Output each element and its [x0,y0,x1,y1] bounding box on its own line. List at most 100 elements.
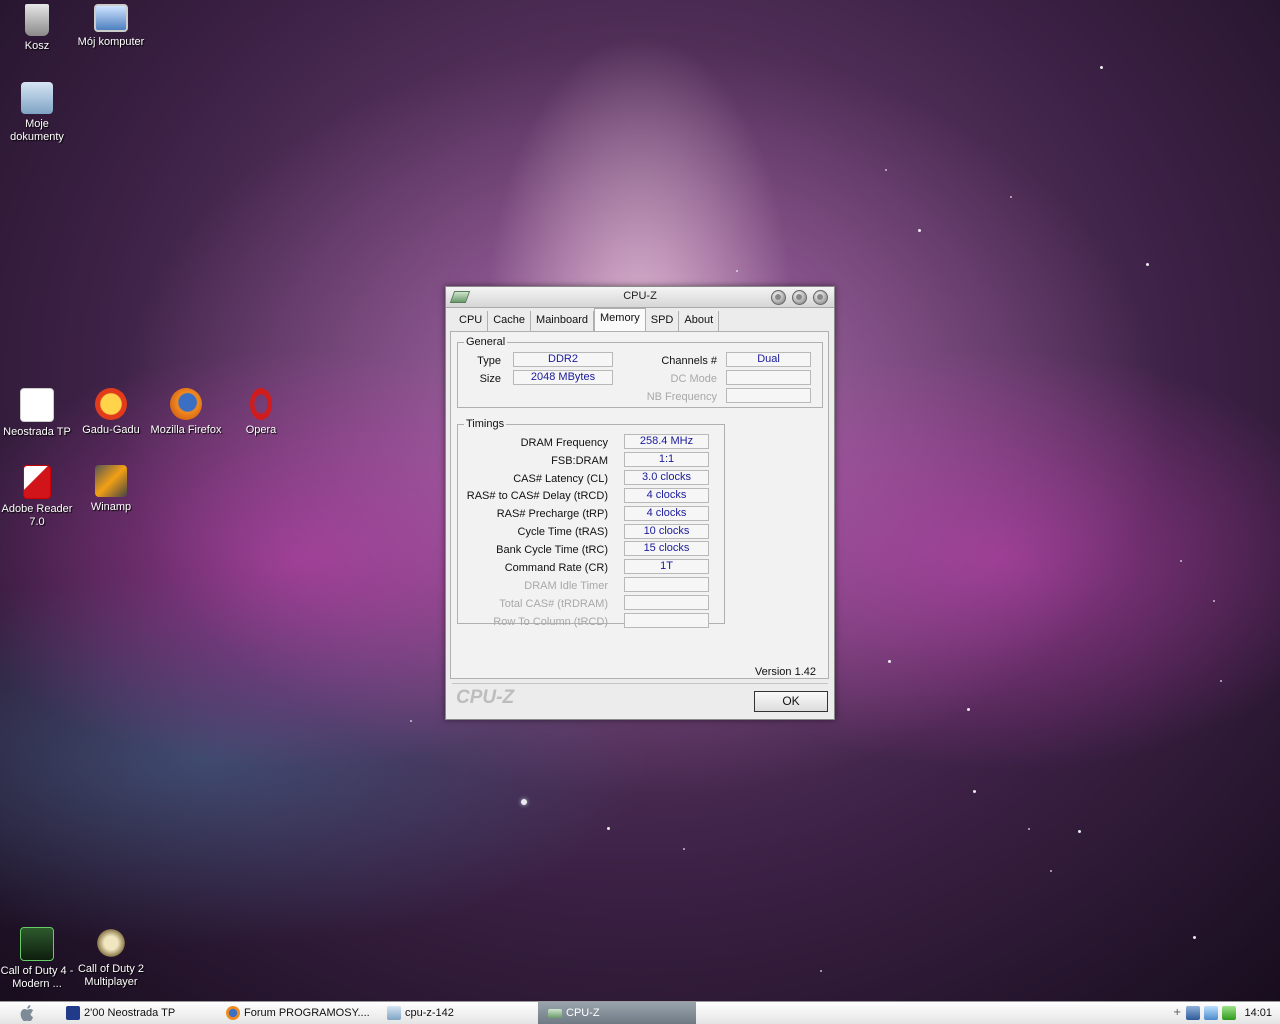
dc-mode-label: DC Mode [670,373,717,385]
maximize-icon[interactable] [792,290,807,305]
desktop-icon-kosz[interactable]: Kosz [0,4,74,53]
timing-label: DRAM Frequency [520,437,608,449]
taskbar-item-cpuz[interactable]: CPU-Z [538,1002,696,1024]
cod4-icon [20,927,54,961]
expand-tray-icon[interactable]: + [1173,1006,1181,1020]
desktop-icon-adobe-reader[interactable]: Adobe Reader 7.0 [0,465,74,529]
cod2-star-icon [95,927,127,959]
dc-mode-value [726,370,811,385]
timing-value: 4 clocks [624,488,709,503]
timings-legend: Timings [466,418,505,430]
cpuz-window: CPU-Z CPU Cache Mainboard Memory SPD Abo… [445,286,835,720]
tab-about[interactable]: About [679,311,720,331]
close-icon[interactable] [813,290,828,305]
cpuz-app-icon [548,1008,562,1018]
taskbar-item-neostrada[interactable]: 2'00 Neostrada TP [66,1002,218,1024]
timing-label: Bank Cycle Time (tRC) [496,544,608,556]
desktop-icon-label: Winamp [90,501,132,513]
title-bar[interactable]: CPU-Z [446,287,834,308]
timing-value: 4 clocks [624,506,709,521]
tab-memory[interactable]: Memory [594,308,646,332]
desktop-icon-winamp[interactable]: Winamp [74,465,148,514]
size-label: Size [479,373,501,385]
channels-label: Channels # [661,355,717,367]
desktop-icon-label: Moje dokumenty [10,118,64,143]
version-label: Version 1.42 [754,666,816,678]
folder-icon [387,1006,401,1021]
timing-value: 1T [624,559,709,574]
timing-value: 1:1 [624,452,709,467]
gadu-tray-icon[interactable] [1222,1006,1236,1020]
firefox-icon [170,388,202,420]
channels-value: Dual [726,352,811,367]
taskbar-item-label: 2'00 Neostrada TP [84,1007,176,1019]
desktop-icon-label: Call of Duty 2 Multiplayer [77,963,145,988]
type-label: Type [477,355,501,367]
taskbar-clock: 14:01 [1244,1007,1272,1019]
memory-tab-panel: General Type DDR2 Size 2048 MBytes Chann… [450,331,829,679]
desktop-icon-label: Gadu-Gadu [82,424,140,436]
taskbar-item-folder[interactable]: cpu-z-142 [387,1002,537,1024]
computer-icon [94,4,128,32]
timing-value [624,595,709,610]
neostrada-icon [66,1006,80,1021]
timing-label: CAS# Latency (CL) [513,473,608,485]
desktop-icon-label: Mozilla Firefox [150,424,222,436]
nb-frequency-label: NB Frequency [646,391,717,403]
taskbar: 2'00 Neostrada TP Forum PROGRAMOSY.... c… [0,1001,1280,1024]
timing-value: 258.4 MHz [624,434,709,449]
timing-label: FSB:DRAM [551,455,608,467]
timing-value: 15 clocks [624,541,709,556]
type-value: DDR2 [513,352,613,367]
taskbar-item-label: cpu-z-142 [405,1007,454,1019]
recycle-bin-icon [25,4,49,36]
tab-spd[interactable]: SPD [645,311,680,331]
tab-cpu[interactable]: CPU [454,311,489,331]
desktop-icon-firefox[interactable]: Mozilla Firefox [149,388,223,437]
timing-label: Row To Column (tRCD) [493,616,608,628]
desktop-icon-label: Adobe Reader 7.0 [1,503,73,528]
network-icon[interactable] [1186,1006,1200,1020]
desktop-icon-label: Kosz [24,40,50,52]
cpuz-logo: CPU-Z [456,687,515,708]
desktop-icon-opera[interactable]: Opera [224,388,298,437]
neostrada-icon [20,388,54,422]
minimize-icon[interactable] [771,290,786,305]
desktop-icon-neostrada[interactable]: Neostrada TP [0,388,74,439]
winamp-icon [95,465,127,497]
timing-value: 10 clocks [624,524,709,539]
security-icon[interactable] [1204,1006,1218,1020]
timing-label: Total CAS# (tRDRAM) [499,598,608,610]
timing-label: DRAM Idle Timer [524,580,608,592]
desktop-icon-gadu-gadu[interactable]: Gadu-Gadu [74,388,148,437]
apple-start-icon[interactable] [20,1005,36,1021]
taskbar-item-label: Forum PROGRAMOSY.... [244,1007,370,1019]
opera-icon [250,388,272,420]
desktop-icon-my-documents[interactable]: Moje dokumenty [0,82,74,144]
footer-divider [452,683,828,684]
ok-button[interactable]: OK [754,691,828,712]
tab-cache[interactable]: Cache [488,311,532,331]
size-value: 2048 MBytes [513,370,613,385]
timing-value: 3.0 clocks [624,470,709,485]
desktop-icon-label: Call of Duty 4 - Modern ... [0,965,74,990]
nb-frequency-value [726,388,811,403]
timing-value [624,613,709,628]
desktop-icon-cod2[interactable]: Call of Duty 2 Multiplayer [74,927,148,989]
taskbar-item-firefox[interactable]: Forum PROGRAMOSY.... [226,1002,378,1024]
desktop-icon-label: Neostrada TP [3,426,71,438]
desktop-icon-my-computer[interactable]: Mój komputer [74,4,148,49]
desktop-icon-label: Opera [245,424,277,436]
firefox-icon [226,1006,240,1021]
general-legend: General [466,336,506,348]
desktop-icon-label: Mój komputer [77,36,145,48]
desktop-icon-cod4[interactable]: Call of Duty 4 - Modern ... [0,927,74,991]
adobe-reader-icon [23,465,51,499]
timing-label: RAS# Precharge (tRP) [496,508,608,520]
timing-label: Command Rate (CR) [504,562,608,574]
timing-value [624,577,709,592]
timing-label: RAS# to CAS# Delay (tRCD) [466,490,608,502]
sunflower-icon [95,388,127,420]
tab-bar: CPU Cache Mainboard Memory SPD About [454,308,720,332]
tab-mainboard[interactable]: Mainboard [531,311,595,331]
